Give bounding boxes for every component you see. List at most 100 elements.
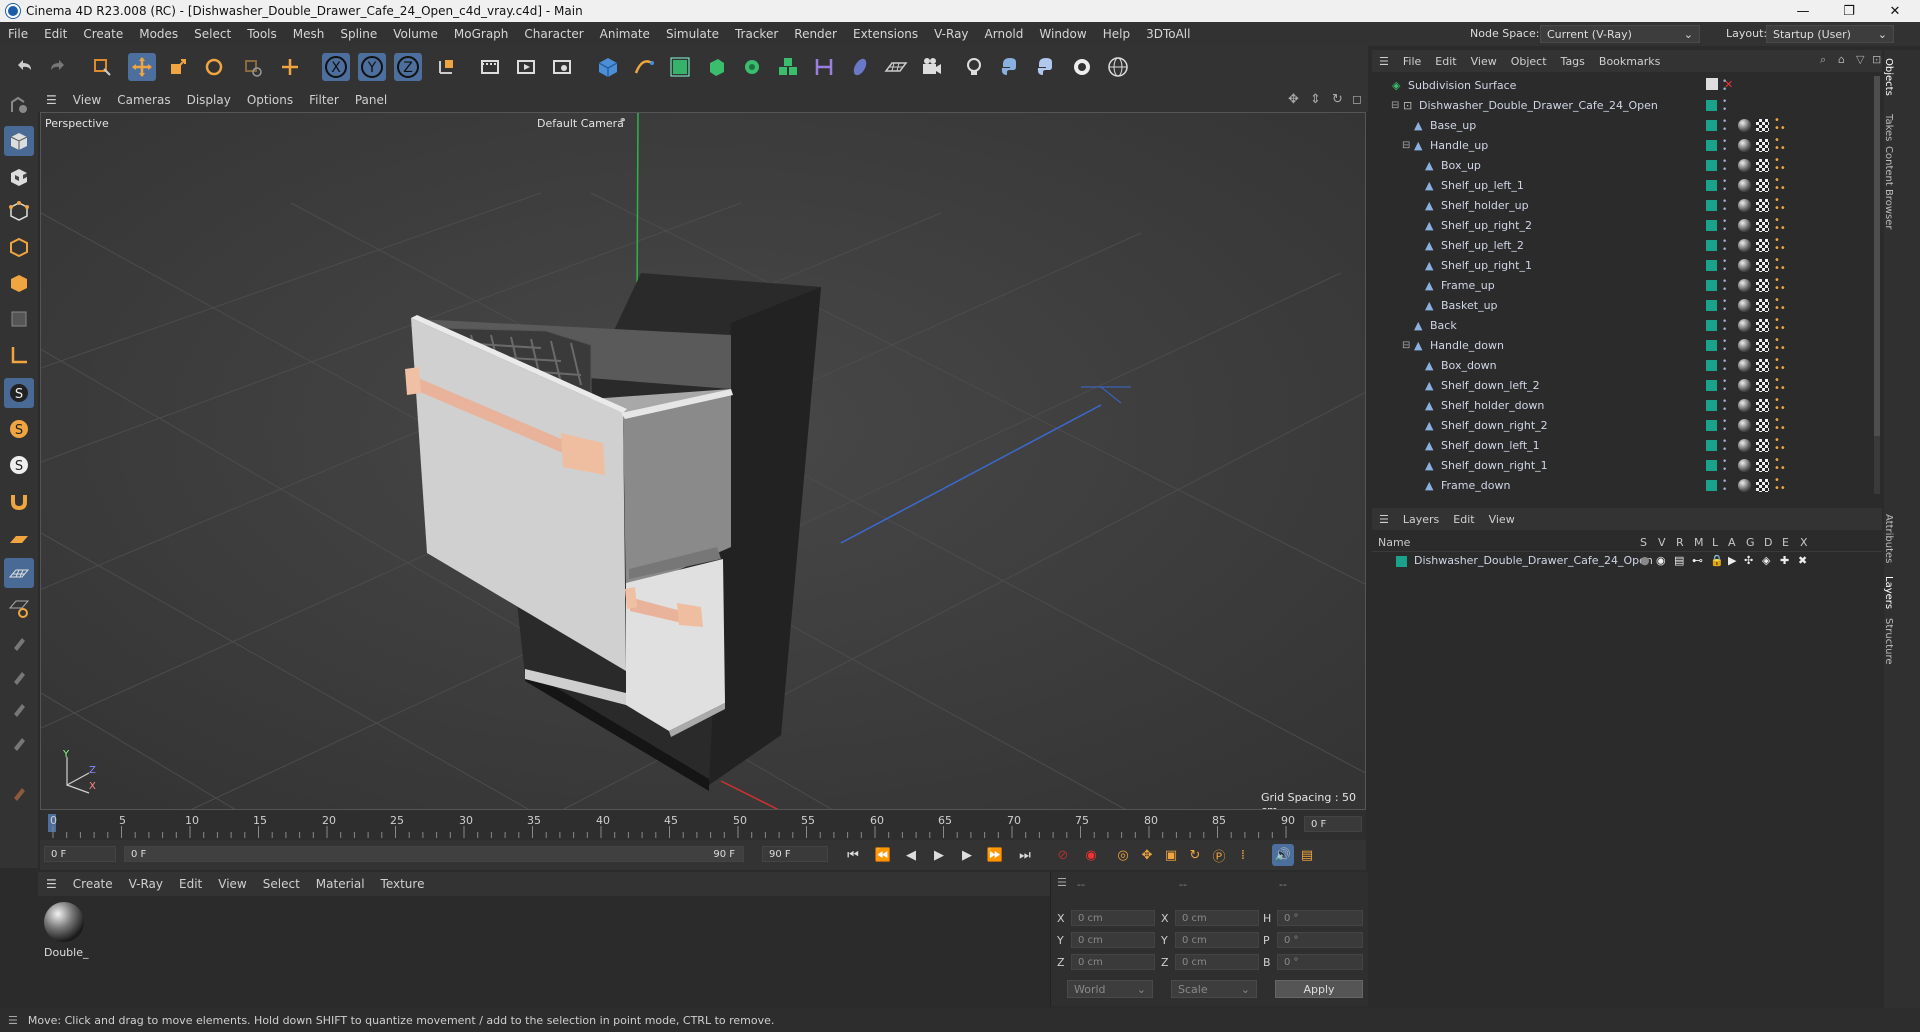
uvw-tag-icon[interactable] — [1756, 359, 1769, 372]
minimize-button[interactable]: — — [1780, 0, 1826, 22]
object-row[interactable]: ▲ Shelf_holder_down • • • •• — [1372, 396, 1882, 416]
layer-swatch[interactable] — [1706, 420, 1717, 431]
tweak-icon[interactable] — [4, 778, 34, 808]
selection-tag-icon[interactable]: • •• — [1774, 236, 1786, 254]
visibility-dots-icon[interactable]: • • — [1722, 298, 1727, 315]
selection-tag-icon[interactable]: • •• — [1774, 256, 1786, 274]
layer-color-swatch[interactable] — [1396, 556, 1407, 567]
uvw-tag-icon[interactable] — [1756, 259, 1769, 272]
uvw-tag-icon[interactable] — [1756, 119, 1769, 132]
points-mode-icon[interactable] — [4, 196, 34, 226]
node-space-dropdown[interactable]: Current (V-Ray) ⌄ — [1540, 25, 1700, 43]
locked-workplane-icon[interactable] — [4, 592, 34, 622]
object-row[interactable]: ▲ Shelf_down_right_1 • • • •• — [1372, 456, 1882, 476]
paint-icon[interactable] — [4, 628, 34, 658]
object-row[interactable]: ▲ Back • • • •• — [1372, 316, 1882, 336]
tab-content-browser[interactable]: Content Browser — [1883, 146, 1894, 229]
layer-swatch[interactable] — [1706, 120, 1717, 131]
uv-mode-icon[interactable] — [4, 304, 34, 334]
layer-deformers-icon[interactable]: ◈ — [1762, 554, 1770, 567]
visibility-dots-icon[interactable]: • • — [1722, 358, 1727, 375]
object-row[interactable]: ▲ Frame_up • • • •• — [1372, 276, 1882, 296]
layer-menu-layers[interactable]: Layers — [1396, 513, 1446, 526]
close-button[interactable]: ✕ — [1872, 0, 1918, 22]
object-menu-file[interactable]: File — [1396, 55, 1428, 68]
tab-takes[interactable]: Takes — [1883, 114, 1894, 141]
layer-menu-edit[interactable]: Edit — [1446, 513, 1481, 526]
material-tag-icon[interactable] — [1738, 439, 1751, 452]
viewport-menu-options[interactable]: Options — [239, 93, 301, 107]
visibility-dots-icon[interactable]: • • — [1722, 138, 1727, 155]
end-frame-field[interactable]: 90 F — [762, 846, 828, 862]
key-pla-icon[interactable]: ⁞ — [1232, 844, 1254, 866]
visibility-dots-icon[interactable]: • • — [1722, 478, 1727, 495]
material-tag-icon[interactable] — [1738, 159, 1751, 172]
scale-tool-icon[interactable] — [164, 53, 192, 81]
visibility-dots-icon[interactable]: • • — [1722, 438, 1727, 455]
visibility-dots-icon[interactable]: • • — [1722, 318, 1727, 335]
visibility-dots-icon[interactable]: • • — [1722, 378, 1727, 395]
enable-check-icon[interactable] — [1706, 78, 1718, 90]
material-tag-icon[interactable] — [1738, 219, 1751, 232]
subdivision-surface-icon[interactable] — [666, 53, 694, 81]
uvw-tag-icon[interactable] — [1756, 179, 1769, 192]
visibility-dots-icon[interactable]: • • — [1722, 418, 1727, 435]
viewport-zoom-icon[interactable]: ⇕ — [1310, 92, 1321, 107]
material-swatch[interactable]: Double_ — [42, 900, 88, 960]
python-script-icon[interactable] — [1032, 53, 1060, 81]
uvw-tag-icon[interactable] — [1756, 439, 1769, 452]
coord-rot-p-field[interactable]: 0 ° — [1277, 932, 1363, 948]
menu-tools[interactable]: Tools — [239, 27, 285, 41]
material-menu-view[interactable]: View — [210, 877, 254, 891]
coord-size-z-field[interactable]: 0 cm — [1175, 954, 1259, 970]
viewport-hamburger-icon[interactable]: ☰ — [38, 93, 65, 107]
axis-mode-icon[interactable] — [4, 340, 34, 370]
layer-menu-view[interactable]: View — [1482, 513, 1522, 526]
object-menu-bookmarks[interactable]: Bookmarks — [1592, 55, 1667, 68]
selection-tag-icon[interactable]: • •• — [1774, 296, 1786, 314]
new-window-icon[interactable]: ⊡ — [1872, 53, 1881, 66]
sculpt-icon[interactable] — [4, 662, 34, 692]
go-to-end-icon[interactable]: ⏭ — [1014, 844, 1036, 866]
object-row[interactable]: ▲ Base_up • • • •• — [1372, 116, 1882, 136]
polygons-mode-icon[interactable] — [4, 268, 34, 298]
layer-visible-eye-icon[interactable]: ◉ — [1656, 554, 1666, 567]
maximize-button[interactable]: ❐ — [1826, 0, 1872, 22]
menu-simulate[interactable]: Simulate — [658, 27, 727, 41]
undo-icon[interactable] — [10, 53, 38, 81]
material-hamburger-icon[interactable]: ☰ — [38, 877, 65, 891]
tab-attributes[interactable]: Attributes — [1883, 514, 1894, 563]
object-menu-view[interactable]: View — [1464, 55, 1504, 68]
object-row[interactable]: ▲ Frame_down • • • •• — [1372, 476, 1882, 496]
move-tool-icon[interactable] — [128, 53, 156, 81]
viewport-move-icon[interactable]: ✥ — [1288, 92, 1299, 107]
menu-modes[interactable]: Modes — [131, 27, 186, 41]
menu-render[interactable]: Render — [786, 27, 845, 41]
object-row[interactable]: ▲ Box_down • • • •• — [1372, 356, 1882, 376]
key-scale-icon[interactable]: ▣ — [1160, 844, 1182, 866]
material-tag-icon[interactable] — [1738, 479, 1751, 492]
object-row[interactable]: ▲ Shelf_up_left_1 • • • •• — [1372, 176, 1882, 196]
layer-expressions-icon[interactable]: ✚ — [1780, 554, 1789, 567]
mograph-cubes-icon[interactable] — [774, 53, 802, 81]
add-tool-icon[interactable] — [276, 53, 304, 81]
snap-icon[interactable]: S — [4, 378, 34, 408]
play-icon[interactable]: ▶ — [928, 844, 950, 866]
viewport-menu-cameras[interactable]: Cameras — [109, 93, 178, 107]
deformer-icon[interactable] — [810, 53, 838, 81]
autokey-icon[interactable]: ◉ — [1080, 844, 1102, 866]
visibility-dots-icon[interactable]: • • — [1722, 178, 1727, 195]
material-tag-icon[interactable] — [1738, 239, 1751, 252]
layer-row[interactable]: Dishwasher_Double_Drawer_Cafe_24_Open ● … — [1372, 554, 1882, 570]
material-tag-icon[interactable] — [1738, 179, 1751, 192]
knife-icon[interactable] — [4, 728, 34, 758]
selection-tag-icon[interactable]: • •• — [1774, 356, 1786, 374]
layer-hamburger-icon[interactable]: ☰ — [1372, 513, 1396, 526]
object-row[interactable]: ⊟ ▲ Handle_up • • • •• — [1372, 136, 1882, 156]
material-tag-icon[interactable] — [1738, 399, 1751, 412]
layer-swatch[interactable] — [1706, 460, 1717, 471]
object-menu-tags[interactable]: Tags — [1554, 55, 1592, 68]
cloner-icon[interactable] — [738, 53, 766, 81]
material-tag-icon[interactable] — [1738, 199, 1751, 212]
visibility-dots-icon[interactable]: • • — [1722, 98, 1727, 115]
